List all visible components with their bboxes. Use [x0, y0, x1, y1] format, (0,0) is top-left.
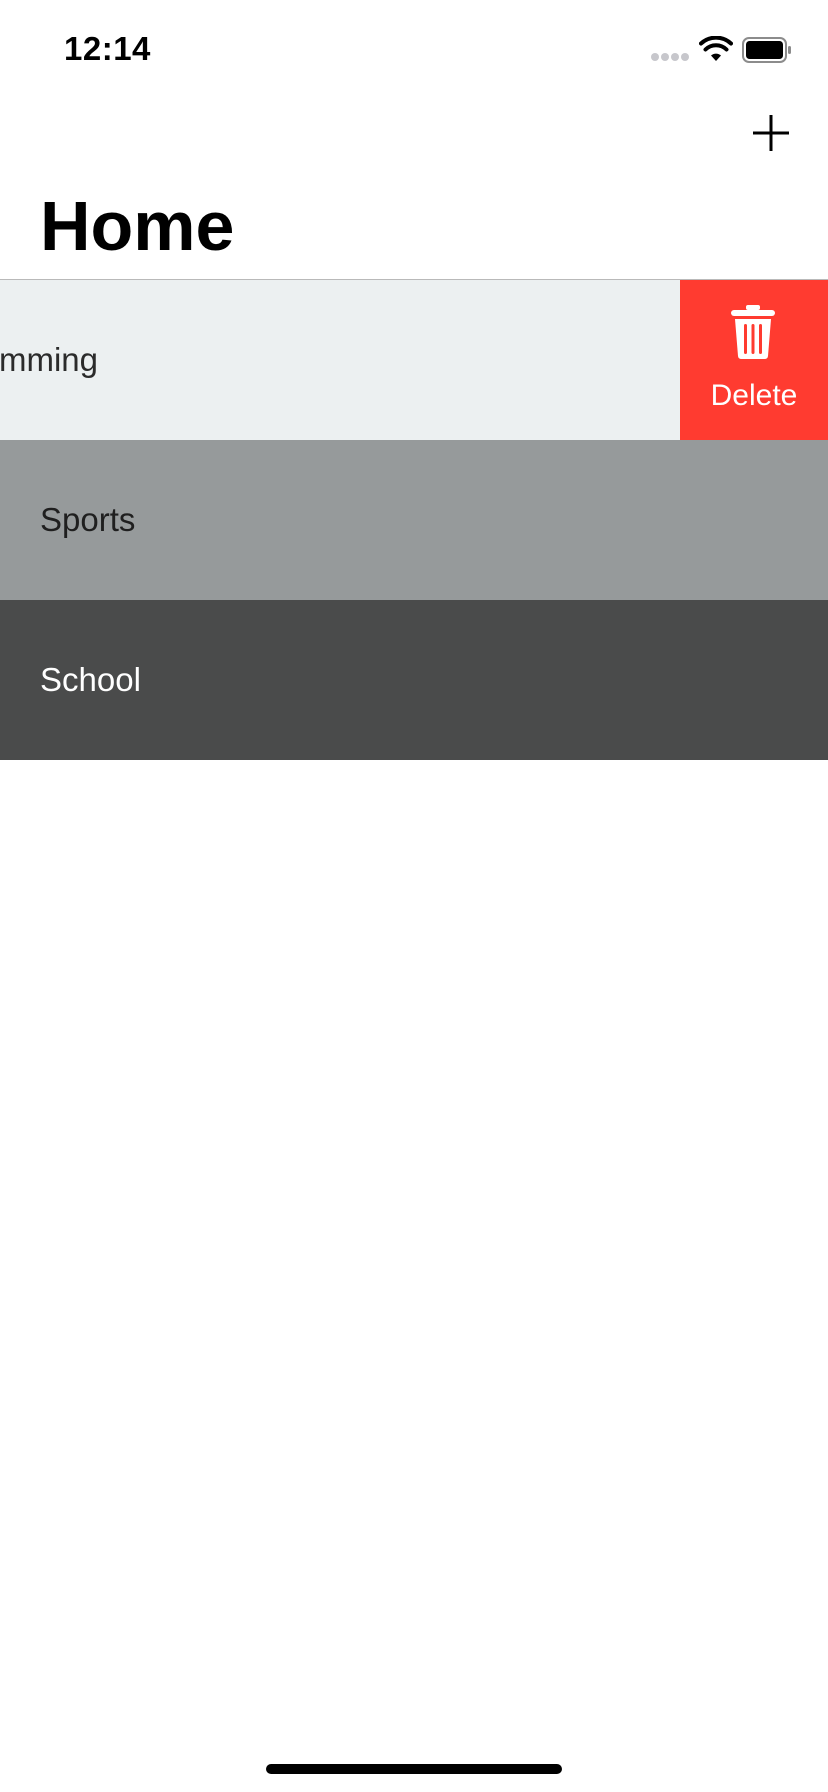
list-item[interactable]: Sports [0, 440, 828, 600]
status-time: 12:14 [64, 30, 151, 67]
list-item-label: School [40, 661, 141, 698]
battery-icon [742, 37, 791, 63]
status-bar: 12:14 [0, 0, 828, 100]
trash-icon [731, 305, 775, 359]
list-item-label: Sports [40, 501, 136, 538]
home-indicator [266, 1764, 562, 1774]
cellular-dots-icon [651, 53, 691, 62]
list-item-label: mming [0, 341, 98, 378]
wifi-icon [699, 36, 733, 61]
add-button[interactable] [745, 107, 797, 159]
delete-button[interactable]: Delete [680, 280, 828, 440]
delete-label: Delete [710, 379, 798, 412]
plus-icon [753, 115, 789, 151]
list-item[interactable]: School [0, 600, 828, 760]
page-title: Home [40, 187, 235, 265]
list-item[interactable]: mming Delete [0, 280, 828, 440]
category-list: mming Delete Sports School [0, 280, 828, 760]
